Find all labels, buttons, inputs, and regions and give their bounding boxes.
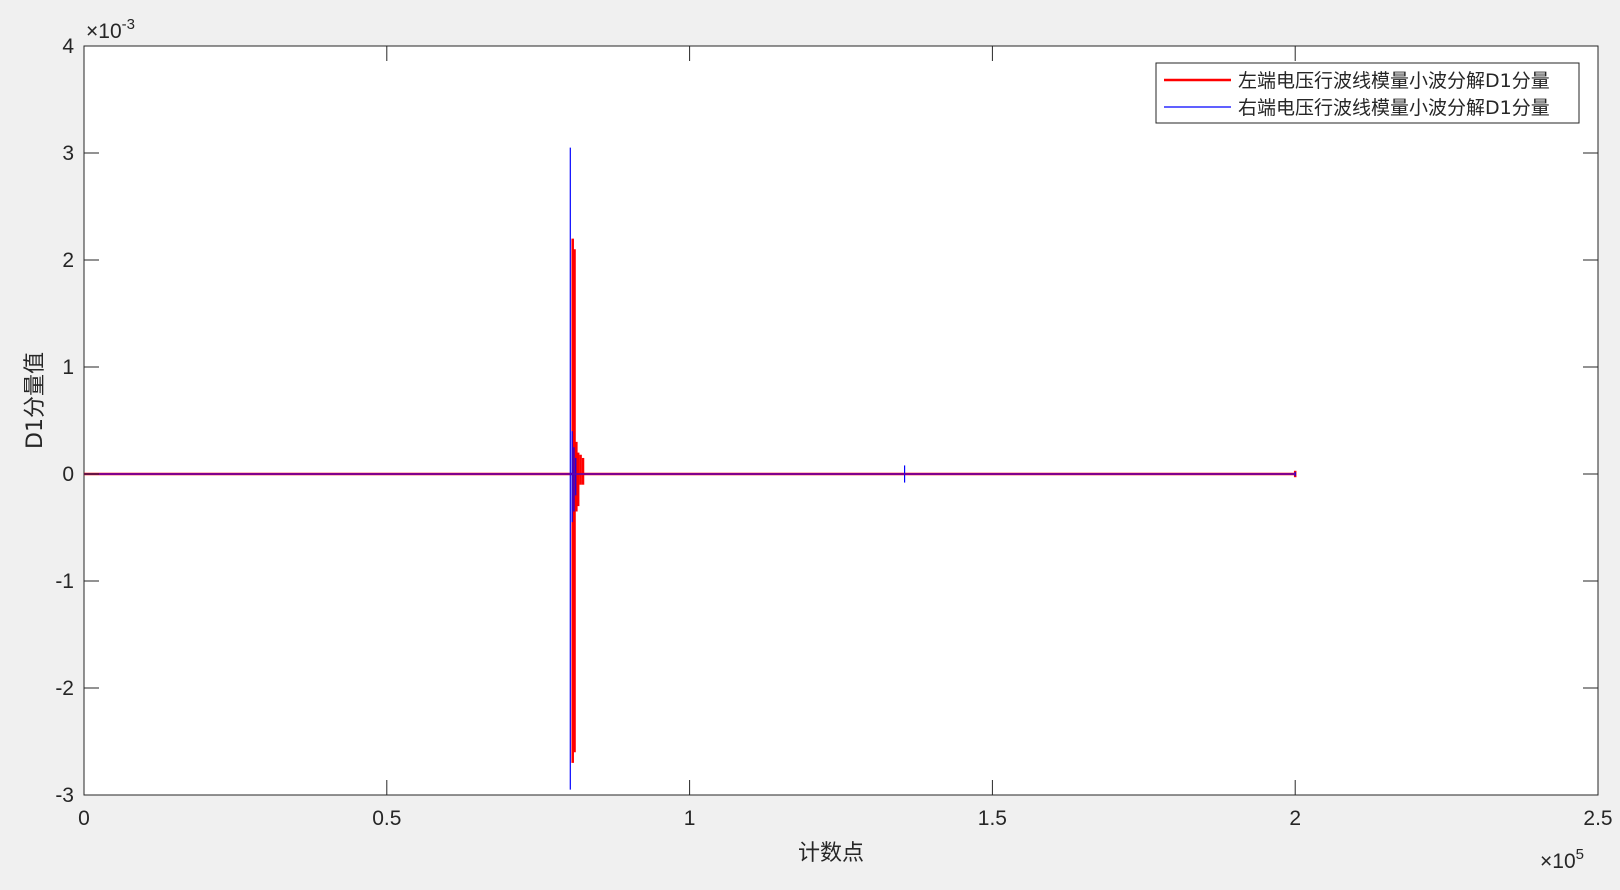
legend-entry-right: 右端电压行波线模量小波分解D1分量 xyxy=(1238,97,1550,119)
y-axis-exponent: ×10-3 xyxy=(86,16,135,43)
x-tick-label: 0.5 xyxy=(372,807,401,830)
x-tick-label: 2.5 xyxy=(1583,807,1612,830)
x-axis-label: 计数点 xyxy=(798,841,864,866)
y-tick-label: -3 xyxy=(55,784,74,807)
x-tick-label: 1.5 xyxy=(978,807,1007,830)
x-exponent-base: ×10 xyxy=(1540,850,1576,873)
x-axis-exponent: ×105 xyxy=(1540,846,1584,873)
y-tick-label: 1 xyxy=(62,356,74,379)
y-exponent-power: -3 xyxy=(122,16,135,33)
legend-entry-left: 左端电压行波线模量小波分解D1分量 xyxy=(1238,70,1550,92)
axes-background xyxy=(83,45,1599,796)
y-axis-label: D1分量值 xyxy=(23,352,48,449)
y-tick-label: -1 xyxy=(55,570,74,593)
x-exponent-power: 5 xyxy=(1576,846,1584,863)
y-tick-label: 0 xyxy=(62,463,74,486)
line-chart: 0 0.5 1 1.5 2 2.5-3-2-101234 ×10-3 ×105 计数点 D… xyxy=(23,16,1613,873)
figure-window: 0 0.5 1 1.5 2 2.5 -3 -2 -1 0 1 2 3 4 ×10-3 ×105 计数点 D… xyxy=(0,0,1620,890)
y-tick-label: 2 xyxy=(62,249,74,272)
x-tick-label: 1 xyxy=(684,807,696,830)
legend: 左端电压行波线模量小波分解D1分量 右端电压行波线模量小波分解D1分量 xyxy=(1155,62,1580,124)
y-exponent-base: ×10 xyxy=(86,20,122,43)
y-tick-label: -2 xyxy=(55,677,74,700)
y-tick-label: 3 xyxy=(62,142,74,165)
x-tick-label: 0 xyxy=(78,807,90,830)
y-tick-label: 4 xyxy=(62,35,74,58)
x-tick-label: 2 xyxy=(1289,807,1301,830)
